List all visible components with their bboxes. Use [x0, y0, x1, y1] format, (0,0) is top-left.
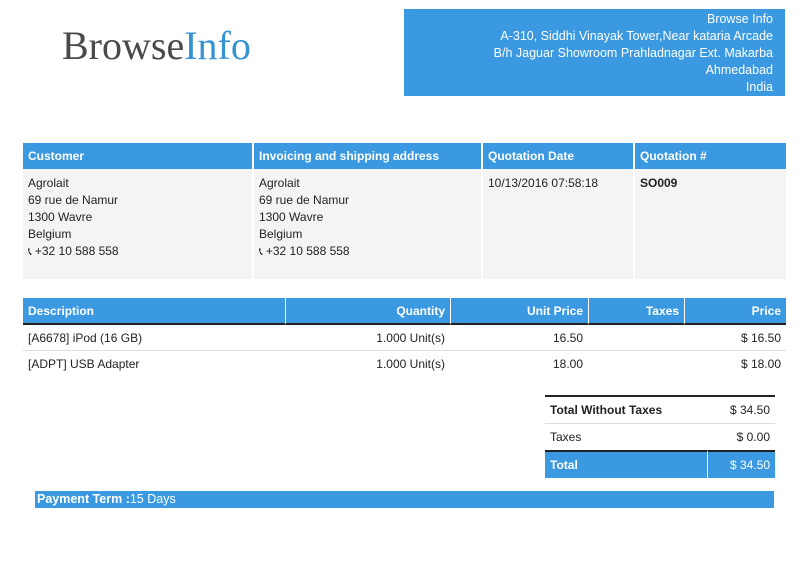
quotation-info-table: Customer Invoicing and shipping address … [23, 143, 786, 279]
shipping-phone: +32 10 588 558 [265, 244, 350, 258]
shipping-city: 1300 Wavre [259, 210, 324, 224]
quantity-header: Quantity [285, 298, 450, 325]
shipping-name: Agrolait [259, 176, 300, 190]
payment-term-label: Payment Term : [37, 492, 130, 506]
customer-name: Agrolait [28, 176, 69, 190]
table-row: [ADPT] USB Adapter 1.000 Unit(s) 18.00 $… [23, 351, 786, 376]
line-price: $ 16.50 [684, 325, 786, 351]
quotation-date-header: Quotation Date [481, 143, 633, 169]
customer-street: 69 rue de Namur [28, 193, 119, 207]
logo-text-info: Info [184, 23, 251, 68]
line-description: [ADPT] USB Adapter [28, 356, 140, 371]
line-description: [A6678] iPod (16 GB) [23, 325, 285, 351]
order-lines-table: Description Quantity Unit Price Taxes Pr… [23, 298, 786, 376]
company-name: Browse Info [706, 12, 773, 26]
phone-icon: 📞︎ [28, 246, 32, 258]
line-quantity: 1.000 Unit(s) [285, 325, 450, 351]
company-city: Ahmedabad [705, 63, 773, 77]
total-label: Total [545, 450, 707, 478]
subtotal-label: Total Without Taxes [545, 395, 707, 423]
company-address-line-1: A-310, Siddhi Vinayak Tower,Near kataria… [500, 29, 773, 43]
customer-phone: +32 10 588 558 [34, 244, 119, 258]
subtotal-value: $ 34.50 [707, 395, 775, 423]
customer-city: 1300 Wavre [28, 210, 93, 224]
shipping-phone-row: 📞︎ +32 10 588 558 [259, 243, 476, 261]
table-row: [A6678] iPod (16 GB) 1.000 Unit(s) 16.50… [23, 325, 786, 351]
payment-term-value: 15 Days [129, 492, 176, 506]
company-address-line-2: B/h Jaguar Showroom Prahladnagar Ext. Ma… [493, 46, 773, 60]
shipping-address: Agrolait 69 rue de Namur 1300 Wavre Belg… [252, 169, 481, 279]
total-row: Total $ 34.50 [545, 450, 775, 478]
company-address-box: Browse Info A-310, Siddhi Vinayak Tower,… [404, 9, 785, 96]
line-unit-price: 18.00 [552, 356, 583, 371]
customer-phone-row: 📞︎ +32 10 588 558 [28, 243, 247, 261]
unit-price-header: Unit Price [450, 298, 588, 325]
customer-address: Agrolait 69 rue de Namur 1300 Wavre Belg… [23, 169, 252, 279]
taxes-row: Taxes $ 0.00 [545, 423, 775, 450]
customer-country: Belgium [28, 227, 72, 241]
price-header: Price [684, 298, 786, 325]
phone-icon: 📞︎ [259, 246, 263, 258]
total-value: $ 34.50 [707, 450, 775, 478]
customer-header: Customer [23, 143, 252, 169]
company-country: India [745, 80, 773, 94]
line-unit-price: 16.50 [450, 325, 588, 351]
line-taxes [588, 351, 684, 376]
line-price: $ 18.00 [740, 356, 781, 371]
taxes-label: Taxes [545, 423, 707, 450]
totals-table: Total Without Taxes $ 34.50 Taxes $ 0.00… [545, 395, 775, 478]
shipping-street: 69 rue de Namur [259, 193, 350, 207]
line-taxes [588, 325, 684, 351]
shipping-country: Belgium [259, 227, 303, 241]
quotation-date: 10/13/2016 07:58:18 [481, 169, 633, 279]
subtotal-row: Total Without Taxes $ 34.50 [545, 395, 775, 423]
quotation-number: SO009 [633, 169, 786, 279]
logo-text-browse: Browse [62, 23, 185, 68]
line-quantity: 1.000 Unit(s) [376, 356, 445, 371]
quotation-number-header: Quotation # [633, 143, 786, 169]
taxes-value: $ 0.00 [707, 423, 775, 450]
description-header: Description [23, 298, 285, 325]
shipping-address-header: Invoicing and shipping address [252, 143, 481, 169]
taxes-header: Taxes [588, 298, 684, 325]
payment-term-bar: Payment Term :15 Days [35, 491, 774, 508]
company-logo: BrowseInfo [62, 22, 251, 70]
